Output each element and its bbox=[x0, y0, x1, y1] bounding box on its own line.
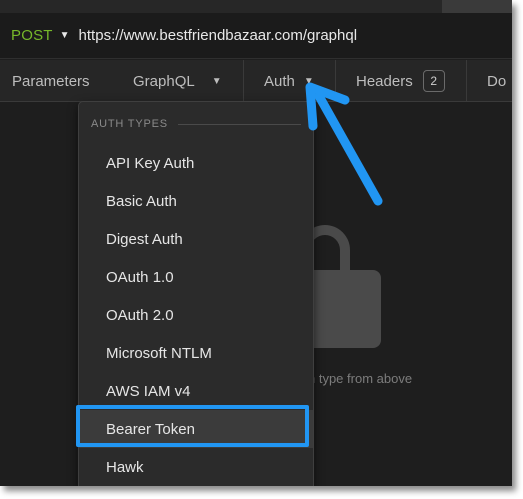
tab-parameters[interactable]: Parameters bbox=[12, 60, 90, 102]
tab-label: GraphQL bbox=[133, 72, 195, 90]
url-bar: POST ▼ https://www.bestfriendbazaar.com/… bbox=[0, 13, 512, 59]
menu-item-label: AWS IAM v4 bbox=[106, 382, 191, 400]
dropdown-header-label: AUTH TYPES bbox=[91, 118, 168, 130]
menu-item-microsoft-ntlm[interactable]: Microsoft NTLM bbox=[79, 334, 313, 372]
caret-down-icon[interactable]: ▼ bbox=[60, 30, 70, 41]
tab-graphql[interactable]: GraphQL ▼ bbox=[133, 60, 222, 102]
menu-item-label: Digest Auth bbox=[106, 230, 183, 248]
menu-item-oauth-2[interactable]: OAuth 2.0 bbox=[79, 296, 313, 334]
menu-item-label: API Key Auth bbox=[106, 154, 195, 172]
menu-item-label: OAuth 1.0 bbox=[106, 268, 174, 286]
tab-headers[interactable]: Headers 2 bbox=[356, 60, 445, 102]
tab-divider bbox=[335, 60, 336, 102]
bearer-token-highlight-box bbox=[76, 405, 309, 447]
tab-label: Do bbox=[487, 72, 507, 90]
header-divider bbox=[177, 123, 301, 125]
title-bar bbox=[0, 0, 512, 13]
app-window: POST ▼ https://www.bestfriendbazaar.com/… bbox=[0, 0, 512, 486]
request-tabs: Parameters GraphQL ▼ Auth ▼ Headers 2 Do bbox=[0, 60, 512, 102]
menu-item-label: Basic Auth bbox=[106, 192, 177, 210]
tab-docs[interactable]: Do bbox=[487, 60, 506, 102]
menu-item-hawk[interactable]: Hawk bbox=[79, 448, 313, 486]
menu-item-label: Hawk bbox=[106, 458, 144, 476]
tab-label: Headers bbox=[356, 72, 413, 90]
menu-item-basic-auth[interactable]: Basic Auth bbox=[79, 182, 313, 220]
tab-label: Auth bbox=[264, 72, 295, 90]
headers-count-badge: 2 bbox=[422, 70, 445, 92]
title-bar-fade bbox=[442, 0, 512, 13]
menu-item-label: Microsoft NTLM bbox=[106, 344, 212, 362]
dropdown-header: AUTH TYPES bbox=[91, 118, 301, 130]
menu-item-digest-auth[interactable]: Digest Auth bbox=[79, 220, 313, 258]
menu-item-oauth-1[interactable]: OAuth 1.0 bbox=[79, 258, 313, 296]
tab-auth[interactable]: Auth ▼ bbox=[264, 60, 314, 102]
tab-label: Parameters bbox=[12, 72, 90, 90]
url-input[interactable]: https://www.bestfriendbazaar.com/graphql bbox=[79, 27, 357, 44]
caret-down-icon: ▼ bbox=[211, 75, 222, 87]
menu-item-api-key-auth[interactable]: API Key Auth bbox=[79, 144, 313, 182]
method-selector[interactable]: POST bbox=[11, 27, 53, 44]
tab-divider bbox=[243, 60, 244, 102]
caret-down-icon: ▼ bbox=[303, 75, 314, 87]
tab-divider bbox=[466, 60, 467, 102]
empty-state-hint: n type from above bbox=[308, 371, 413, 386]
menu-item-label: OAuth 2.0 bbox=[106, 306, 174, 324]
